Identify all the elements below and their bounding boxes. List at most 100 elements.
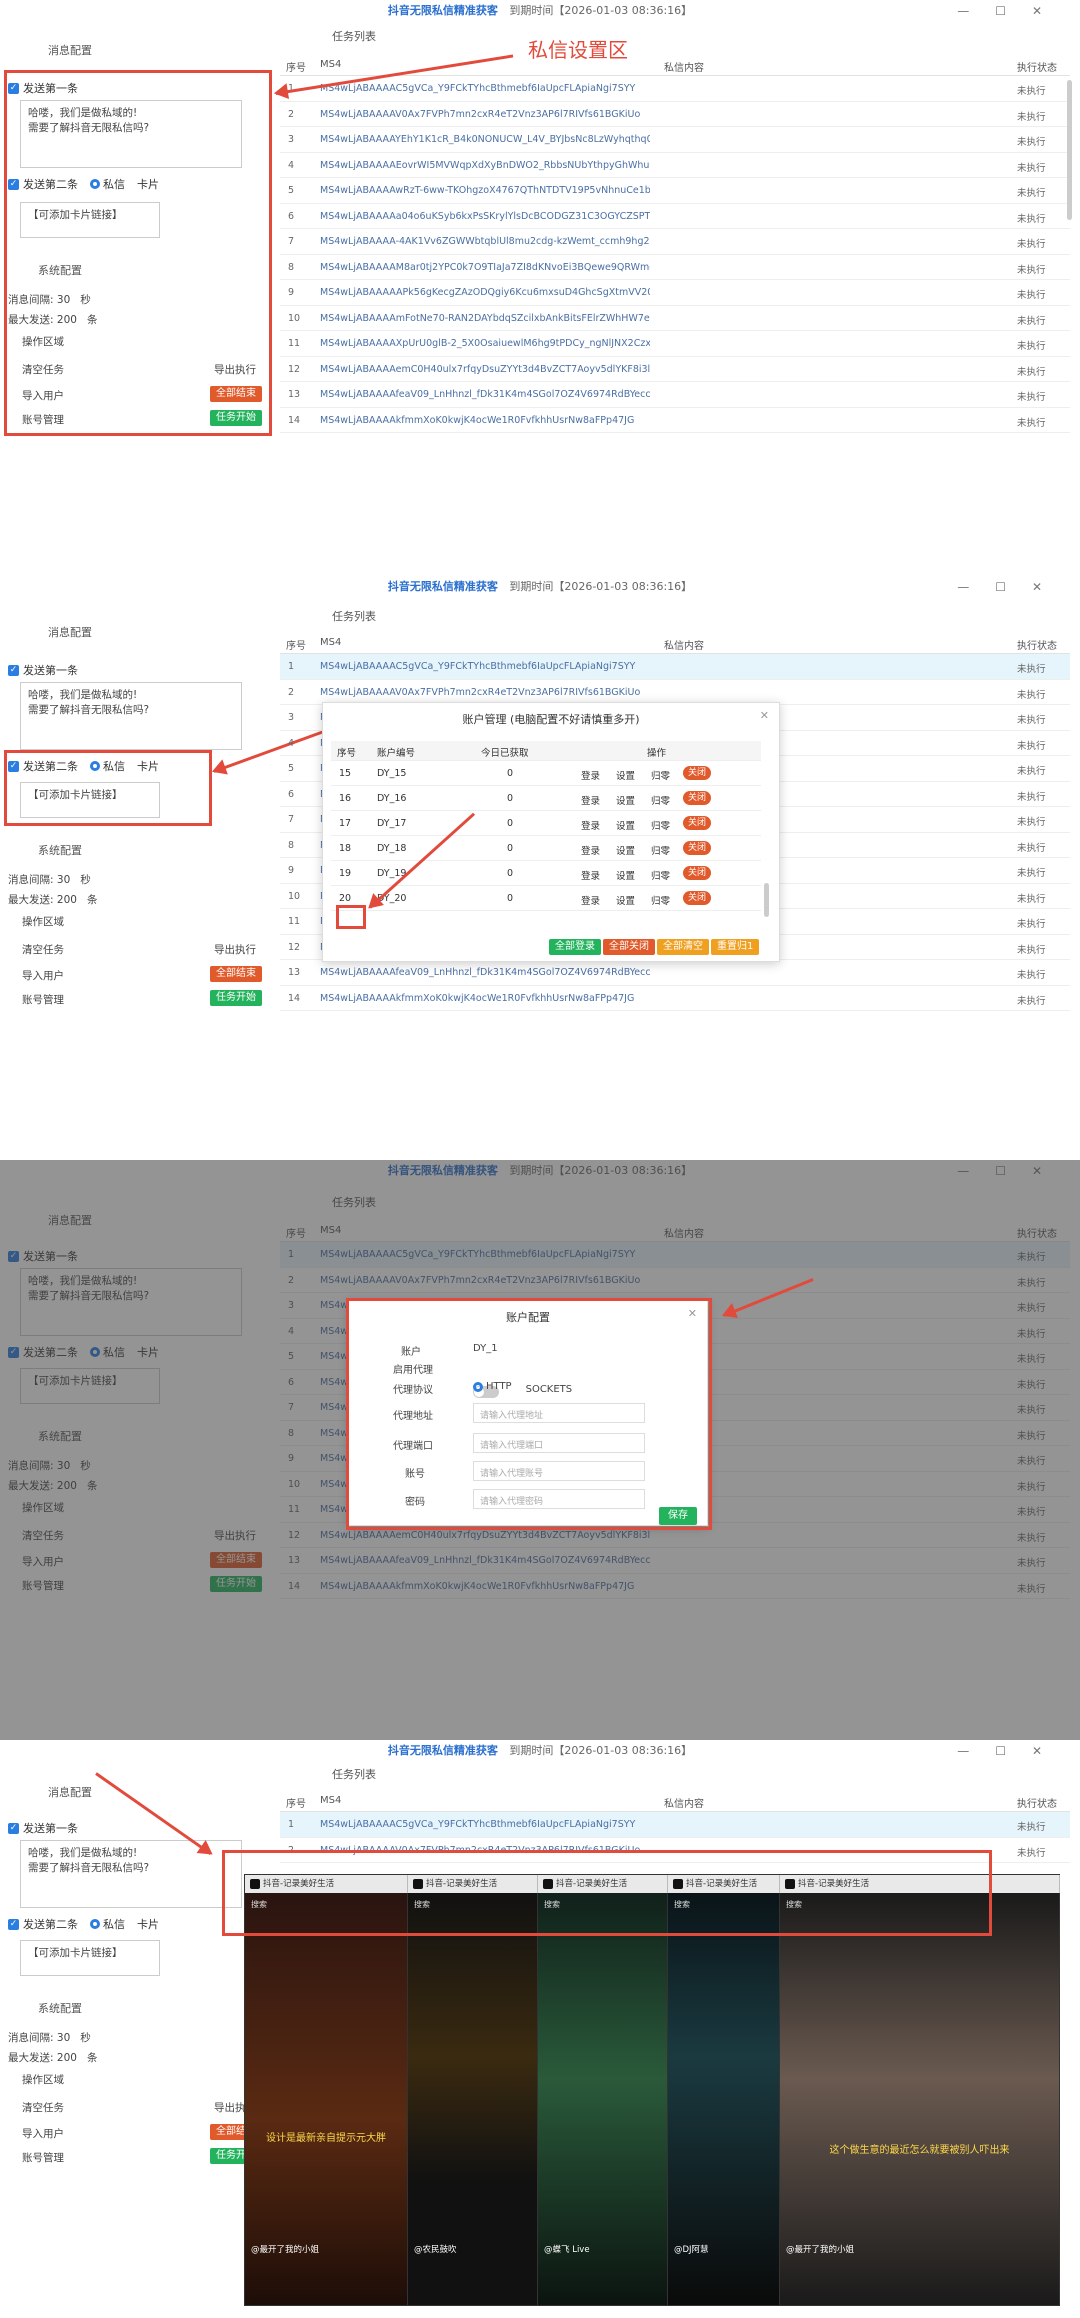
table-row[interactable]: 10MS4wLjABAAAAmFotNe70-RAN2DAYbdqSZcilxb… <box>280 306 1070 331</box>
table-row[interactable]: 14MS4wLjABAAAAkfmmXoK0kwjK4ocWe1R0Fvfkhh… <box>280 408 1070 433</box>
login-link[interactable]: 登录 <box>581 843 600 857</box>
window-controls[interactable]: —☐✕ <box>957 0 1068 22</box>
task-table: 序号 MS4 私信内容 执行状态 1MS4wLjABAAAAC5gVCa_Y9F… <box>280 54 1070 433</box>
task-list-title: 任务列表 <box>332 30 376 43</box>
app-title: 抖音无限私信精准获客 <box>387 1744 498 1757</box>
start-task-button[interactable]: 任务开始 <box>210 990 262 1006</box>
expiry-time: 到期时间【2026-01-03 08:36:16】 <box>509 1744 693 1757</box>
task-table-header: 序号 MS4 私信内容 执行状态 <box>280 632 1070 654</box>
row-highlight <box>336 905 366 929</box>
first-message-textarea[interactable]: 哈喽，我们是做私域的! 需要了解抖音无限私信吗? <box>20 682 242 750</box>
account-row: 17 DY_17 0 登录 设置 归零 关闭 <box>331 811 761 836</box>
table-row[interactable]: 14MS4wLjABAAAAkfmmXoK0kwjK4ocWe1R0Fvfkhh… <box>280 986 1070 1011</box>
video-author: @最开了我的小姐 <box>251 2245 320 2255</box>
reset-link[interactable]: 归零 <box>651 868 670 882</box>
task-list-title: 任务列表 <box>332 610 376 623</box>
card-textarea[interactable]: 【可添加卡片链接】 <box>20 1940 160 1976</box>
clear-task-button[interactable]: 清空任务 <box>22 2100 64 2115</box>
radio-card[interactable]: 卡片 <box>137 1916 159 1932</box>
login-all-button[interactable]: 全部登录 <box>549 939 601 955</box>
video-pane[interactable]: 搜索 设计是最新亲自提示元大胖 @最开了我的小姐 <box>245 1893 408 2305</box>
panel-3: 抖音无限私信精准获客 到期时间【2026-01-03 08:36:16】 —☐✕… <box>0 1160 1080 1740</box>
expiry-time: 到期时间【2026-01-03 08:36:16】 <box>509 4 693 17</box>
settings-link[interactable]: 设置 <box>616 893 635 907</box>
table-row[interactable]: 3MS4wLjABAAAAYEhY1K1cR_B4k0NONUCW_L4V_BY… <box>280 127 1070 153</box>
account-row: 18 DY_18 0 登录 设置 归零 关闭 <box>331 836 761 861</box>
account-mgmt-dialog: 账户管理 (电脑配置不好请慎重多开) ✕ 序号 账户编号 今日已获取 操作 15… <box>322 702 780 962</box>
close-account-button[interactable]: 关闭 <box>683 766 712 780</box>
settings-highlight <box>4 70 272 436</box>
table-row[interactable]: 6MS4wLjABAAAAa04o6uKSyb6kxPsSKrylYlsDcBC… <box>280 204 1070 229</box>
table-row[interactable]: 2MS4wLjABAAAAV0Ax7FVPh7mn2cxR4eT2Vnz3AP6… <box>280 102 1070 127</box>
reset-link[interactable]: 归零 <box>651 893 670 907</box>
msg-config-title: 消息配置 <box>48 44 92 57</box>
send-first-checkbox[interactable]: ✓发送第一条 <box>8 1820 78 1836</box>
table-row[interactable]: 1MS4wLjABAAAAC5gVCa_Y9FCkTYhcBthmebf6IaU… <box>280 654 1070 680</box>
settings-link[interactable]: 设置 <box>616 768 635 782</box>
op-area-title: 操作区域 <box>22 2074 64 2086</box>
video-pane[interactable]: 搜索 这个做生意的最近怎么就要被别人吓出来 @最开了我的小姐 <box>780 1893 1060 2305</box>
send-first-checkbox[interactable]: ✓发送第一条 <box>8 662 78 678</box>
reset-all-button[interactable]: 重置归1 <box>711 939 760 955</box>
title-bar: 抖音无限私信精准获客 到期时间【2026-01-03 08:36:16】 —☐✕ <box>0 576 1080 598</box>
account-table-header: 序号 账户编号 今日已获取 操作 <box>331 741 761 761</box>
table-row[interactable]: 13MS4wLjABAAAAfeaV09_LnHhnzl_fDk31K4m4SG… <box>280 382 1070 408</box>
table-row[interactable]: 1MS4wLjABAAAAC5gVCa_Y9FCkTYhcBthmebf6IaU… <box>280 76 1070 102</box>
window-controls[interactable]: —☐✕ <box>957 1740 1068 1762</box>
send-second-checkbox[interactable]: ✓发送第二条 私信 卡片 <box>8 1916 159 1932</box>
close-all-button[interactable]: 全部关闭 <box>603 939 655 955</box>
settings-link[interactable]: 设置 <box>616 818 635 832</box>
settings-link[interactable]: 设置 <box>616 868 635 882</box>
login-link[interactable]: 登录 <box>581 893 600 907</box>
account-mgmt-button[interactable]: 账号管理 <box>22 2150 64 2165</box>
login-link[interactable]: 登录 <box>581 818 600 832</box>
table-row[interactable]: 7MS4wLjABAAAA-4AK1Vv6ZGWWbtqblUl8mu2cdg-… <box>280 229 1070 255</box>
close-account-button[interactable]: 关闭 <box>683 866 712 880</box>
import-users-button[interactable]: 导入用户 <box>22 968 64 983</box>
radio-private[interactable]: 私信 <box>90 1916 125 1932</box>
account-mgmt-button[interactable]: 账号管理 <box>22 992 64 1007</box>
dialog-highlight <box>346 1298 712 1530</box>
table-row[interactable]: 9MS4wLjABAAAAAPk56gKecgZAzODQgiy6Kcu6mxs… <box>280 280 1070 306</box>
login-link[interactable]: 登录 <box>581 793 600 807</box>
table-row[interactable]: 1MS4wLjABAAAAC5gVCa_Y9FCkTYhcBthmebf6IaU… <box>280 1812 1070 1838</box>
settings-link[interactable]: 设置 <box>616 843 635 857</box>
table-row[interactable]: 13MS4wLjABAAAAfeaV09_LnHhnzl_fDk31K4m4SG… <box>280 960 1070 986</box>
msg-config-title: 消息配置 <box>48 1786 92 1799</box>
reset-link[interactable]: 归零 <box>651 793 670 807</box>
max-send-label: 最大发送: 200 条 <box>8 2052 98 2064</box>
expiry-time: 到期时间【2026-01-03 08:36:16】 <box>509 580 693 593</box>
export-exec-button[interactable]: 导出执行 <box>214 942 256 957</box>
table-row[interactable]: 12MS4wLjABAAAAemC0H40ulx7rfqyDsuZYYt3d4B… <box>280 357 1070 382</box>
video-pane[interactable]: 搜索 @DJ阿慧 <box>668 1893 780 2305</box>
video-pane[interactable]: 搜索 @蝶飞 Live <box>538 1893 668 2305</box>
close-account-button[interactable]: 关闭 <box>683 816 712 830</box>
clear-task-button[interactable]: 清空任务 <box>22 942 64 957</box>
panel-1: 抖音无限私信精准获客 到期时间【2026-01-03 08:36:16】 —☐✕… <box>0 0 1080 440</box>
close-account-button[interactable]: 关闭 <box>683 891 712 905</box>
app-title: 抖音无限私信精准获客 <box>387 4 498 17</box>
table-row[interactable]: 5MS4wLjABAAAAwRzT-6ww-TKOhgzoX4767QThNTD… <box>280 178 1070 204</box>
task-scrollbar[interactable] <box>1067 80 1072 220</box>
reset-link[interactable]: 归零 <box>651 768 670 782</box>
table-row[interactable]: 8MS4wLjABAAAAM8ar0tj2YPC0k7O9TIaJa7ZI8dK… <box>280 255 1070 280</box>
video-pane[interactable]: 搜索 @农民鼓吹 <box>408 1893 538 2305</box>
close-account-button[interactable]: 关闭 <box>683 791 712 805</box>
reset-link[interactable]: 归零 <box>651 843 670 857</box>
login-link[interactable]: 登录 <box>581 868 600 882</box>
stop-all-button[interactable]: 全部结束 <box>210 966 262 982</box>
close-account-button[interactable]: 关闭 <box>683 841 712 855</box>
account-row: 16 DY_16 0 登录 设置 归零 关闭 <box>331 786 761 811</box>
clear-all-button[interactable]: 全部清空 <box>657 939 709 955</box>
reset-link[interactable]: 归零 <box>651 818 670 832</box>
interval-label: 消息间隔: 30 秒 <box>8 874 91 886</box>
window-controls[interactable]: —☐✕ <box>957 576 1068 598</box>
login-link[interactable]: 登录 <box>581 768 600 782</box>
account-scrollbar[interactable] <box>764 883 769 917</box>
settings-link[interactable]: 设置 <box>616 793 635 807</box>
import-users-button[interactable]: 导入用户 <box>22 2126 64 2141</box>
table-row[interactable]: 4MS4wLjABAAAAEovrWI5MVWqpXdXyBnDWO2_Rbbs… <box>280 153 1070 178</box>
table-row[interactable]: 11MS4wLjABAAAAXpUrU0glB-2_5X0OsaiuewlM6h… <box>280 331 1070 357</box>
account-row: 20 DY_20 0 登录 设置 归零 关闭 <box>331 886 761 911</box>
close-icon[interactable]: ✕ <box>760 709 769 722</box>
